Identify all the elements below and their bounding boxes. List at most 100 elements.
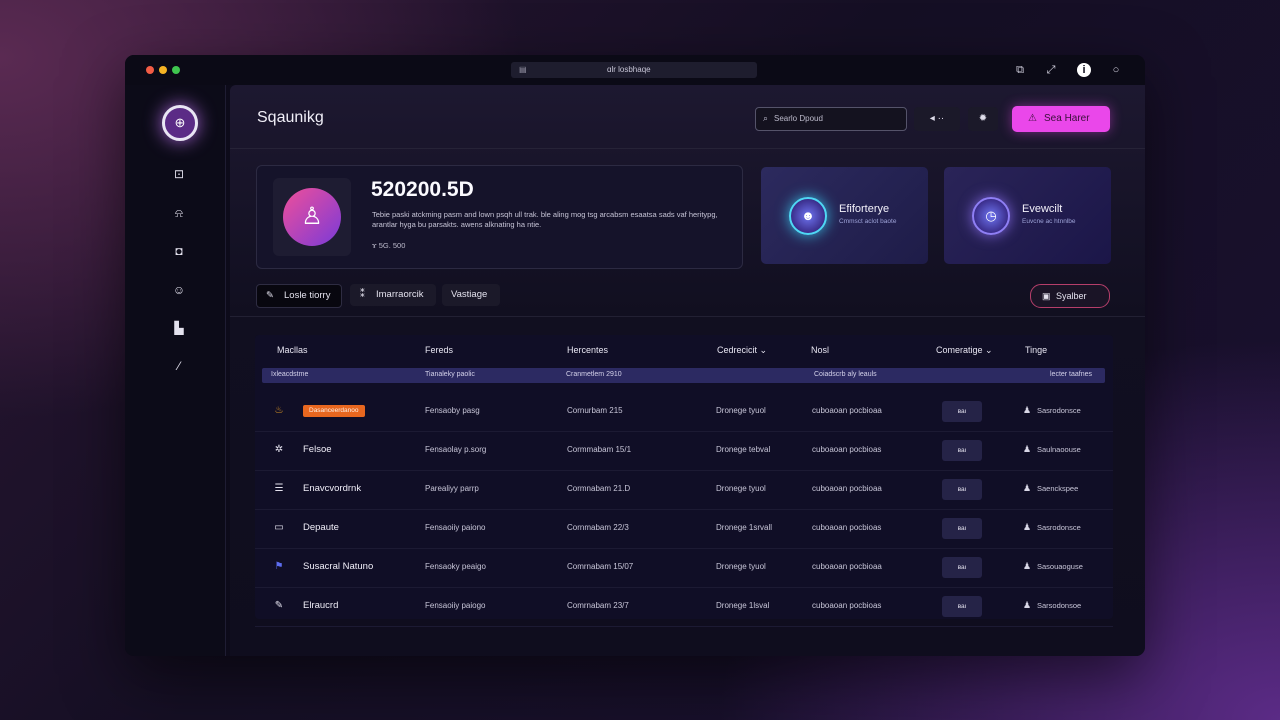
close-window-button[interactable] <box>146 66 154 74</box>
tab-label: Vastiage <box>451 289 488 300</box>
search-input[interactable]: ⌕ Searlo Dpoud <box>755 107 907 131</box>
sidebar-toggle-icon: ▤ <box>519 65 527 74</box>
settings-icon[interactable]: ○ <box>1109 63 1123 77</box>
link-icon: ⁑ <box>360 289 365 300</box>
inbox-icon[interactable]: ⊡ <box>168 163 190 185</box>
primary-button-label: Sea Harer <box>1044 113 1090 124</box>
sort-button[interactable]: ▣ Syalber <box>1030 284 1110 308</box>
row-user: Sasrodonsce <box>1037 406 1081 415</box>
search-icon: ⌕ <box>763 113 769 123</box>
table-row[interactable]: ✲ Felsoe Fensaolay p.sorg Cormmabam 15/1 Dro… <box>255 431 1113 471</box>
title-bar: ▤ ɑlr losbhaqe ⧉ ⤢ i ○ <box>125 55 1145 85</box>
column-header[interactable]: Macllas <box>277 345 308 355</box>
table-row[interactable]: ✎ Elraucrd Fensaoiiy paiogo Comrnabam 23/7 D… <box>255 587 1113 627</box>
table-row[interactable]: ⚑ Susacral Natuno Fensaoky peaigo Comrnabam… <box>255 548 1113 588</box>
column-header[interactable]: Fereds <box>425 345 453 355</box>
group-cell: Coiadscrb aly leauls <box>814 371 877 378</box>
column-header[interactable]: Nosl <box>811 345 829 355</box>
main-content: Sqaunikg ⌕ Searlo Dpoud ◂ ·· ✹ ⚠ Sea Har… <box>230 85 1145 656</box>
chevron-down-icon: ⌄ <box>759 345 768 355</box>
row-cell: cuboaoan pocbioas <box>812 601 882 610</box>
row-name: Depaute <box>303 522 339 533</box>
primary-action-button[interactable]: ⚠ Sea Harer <box>1012 106 1110 132</box>
column-header[interactable]: Hercentes <box>567 345 608 355</box>
row-action-button[interactable]: ʙaı <box>942 518 982 539</box>
row-action-button[interactable]: ʙaı <box>942 440 982 461</box>
address-bar[interactable]: ▤ ɑlr losbhaqe <box>511 62 757 78</box>
gear-icon: ✲ <box>274 444 284 455</box>
row-cell: cuboaoan pocbioaa <box>812 562 882 571</box>
row-action-button[interactable]: ʙaı <box>942 479 982 500</box>
row-cell: Fensaoiiy paiogo <box>425 601 486 610</box>
column-header[interactable]: Cedrecicit ⌄ <box>717 345 767 356</box>
stat-card-1[interactable]: ☻ Efiforterye Cmmsct aclot baote <box>761 167 928 264</box>
column-header[interactable]: Tinge <box>1025 345 1047 355</box>
row-cell: Parealiyy parrp <box>425 484 479 493</box>
row-user: Sarsodonsoe <box>1037 601 1082 610</box>
row-cell: Fensaoby pasg <box>425 406 480 415</box>
flag-icon: ⚑ <box>274 561 284 572</box>
app-logo[interactable]: ⊕ <box>162 105 198 141</box>
row-cell: cuboaoan pocbioas <box>812 445 882 454</box>
tab-3[interactable]: Vastiage <box>442 284 500 306</box>
row-cell: Fensaoiiy paiono <box>425 523 486 532</box>
tab-2[interactable]: ⁑ Imarraorcik <box>350 284 436 306</box>
row-name: Enavcvordrnk <box>303 483 362 494</box>
user-icon: ♟ <box>1023 483 1032 493</box>
row-cell: Fensaolay p.sorg <box>425 445 487 454</box>
user-icon: ♟ <box>1023 444 1032 454</box>
page-title: Sqaunikg <box>257 109 324 126</box>
data-table: Macllas Fereds Hercentes Cedrecicit ⌄ No… <box>255 335 1113 627</box>
row-name: Elraucrd <box>303 600 339 611</box>
group-cell: lecter taafnes <box>1050 371 1093 378</box>
row-cell: cuboaoan pocbioas <box>812 523 882 532</box>
robot-icon[interactable]: ☺ <box>168 279 190 301</box>
message-icon[interactable]: ◘ <box>168 240 190 262</box>
bell-icon[interactable]: ⍾ <box>168 202 190 224</box>
address-text: ɑlr losbhaqe <box>607 65 651 74</box>
row-cell: Comrnabam 15/07 <box>567 562 634 571</box>
row-action-button[interactable]: ʙaı <box>942 596 982 617</box>
row-cell: Cormnabam 21.D <box>567 484 631 493</box>
share-button[interactable]: ◂ ·· <box>914 107 960 131</box>
monitor-icon: ▭ <box>274 522 284 533</box>
row-cell: Comrnabam 23/7 <box>567 601 629 610</box>
row-name: Felsoe <box>303 444 332 455</box>
row-cell: Dronege 1srvall <box>716 523 773 532</box>
wand-icon[interactable]: ⁄ <box>168 355 190 377</box>
summary-description: Tebie paski atckming pasm and lown psqh … <box>372 210 718 229</box>
table-row[interactable]: ☰ Enavcvordrnk Parealiyy parrp Cormnabam 21… <box>255 470 1113 510</box>
row-cell: cuboaoan pocbioaa <box>812 406 882 415</box>
row-cell: Cornmabam 22/3 <box>567 523 629 532</box>
column-header[interactable]: Comeratige ⌄ <box>936 345 993 356</box>
minimize-window-button[interactable] <box>159 66 167 74</box>
stat-subtitle: Euvcne ac htnnlbe <box>1022 218 1076 225</box>
row-cell: Dronege tyuol <box>716 484 766 493</box>
folder-icon[interactable]: ▙ <box>168 317 190 339</box>
table-row[interactable]: ▭ Depaute Fensaoiiy paiono Cornmabam 22/3 Dr… <box>255 509 1113 549</box>
row-action-button[interactable]: ʙaı <box>942 401 982 422</box>
list-icon: ☰ <box>274 483 284 494</box>
summary-card: ♙ 520200.5D Tebie paski atckming pasm an… <box>256 165 743 269</box>
tab-label: Losle tiorry <box>284 290 331 301</box>
row-cell: Fensaoky peaigo <box>425 562 486 571</box>
maximize-window-button[interactable] <box>172 66 180 74</box>
group-row[interactable]: Ixleacdstme Tianaleky paolic Cranmetlem … <box>262 368 1105 383</box>
row-action-button[interactable]: ʙaı <box>942 557 982 578</box>
table-row[interactable]: ♨ Dasanceerdanoo Fensaoby pasg Cornurbam 21… <box>255 392 1113 432</box>
edit-icon: ✎ <box>266 290 274 301</box>
pin-icon[interactable]: ⤢ <box>1044 63 1058 77</box>
stat-card-2[interactable]: ◷ Evewcilt Euvcne ac htnnlbe <box>944 167 1111 264</box>
row-user: Sasrodonsce <box>1037 523 1081 532</box>
row-cell: Dronege 1lsval <box>716 601 770 610</box>
row-cell: Dronege tebval <box>716 445 771 454</box>
row-cell: Dronege tyuol <box>716 406 766 415</box>
tab-1[interactable]: ✎ Losle tiorry <box>256 284 342 308</box>
sort-icon: ▣ <box>1042 291 1051 301</box>
row-name: Susacral Natuno <box>303 561 374 572</box>
divider <box>230 316 1145 317</box>
row-cell: Cornurbam 215 <box>567 406 623 415</box>
settings-button[interactable]: ✹ <box>968 107 998 131</box>
puzzle-icon[interactable]: ⧉ <box>1013 63 1027 77</box>
info-icon[interactable]: i <box>1077 63 1091 77</box>
